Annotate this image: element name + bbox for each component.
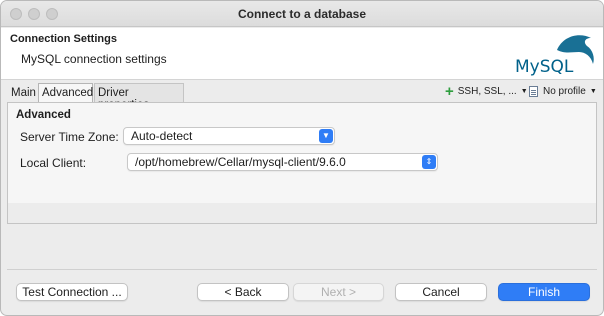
tab-driver-properties[interactable]: Driver properties <box>94 83 184 111</box>
header-title: Connection Settings <box>10 33 117 45</box>
timezone-label: Server Time Zone: <box>20 130 119 144</box>
ssh-ssl-label: SSH, SSL, ... <box>457 86 517 97</box>
panel-footer-area <box>8 203 596 223</box>
chevron-down-icon: ▼ <box>589 88 597 95</box>
divider <box>7 269 597 270</box>
local-client-label: Local Client: <box>20 156 87 170</box>
mysql-logo-icon: MySQL <box>515 35 594 77</box>
finish-button[interactable]: Finish <box>498 283 590 301</box>
back-button[interactable]: < Back <box>197 283 289 301</box>
test-connection-button[interactable]: Test Connection ... <box>16 283 128 301</box>
profile-label: No profile <box>543 86 586 97</box>
dialog-window: Connect to a database Connection Setting… <box>0 0 604 316</box>
tab-advanced[interactable]: Advanced <box>38 83 93 103</box>
timezone-select[interactable]: Auto-detect ▼ <box>123 127 335 145</box>
document-icon <box>529 86 538 97</box>
advanced-group-title: Advanced <box>16 109 71 121</box>
up-down-chevron-icon: ⇕ <box>422 155 436 169</box>
header-subtitle: MySQL connection settings <box>21 52 167 66</box>
timezone-value: Auto-detect <box>131 129 193 143</box>
ssh-ssl-dropdown[interactable]: + SSH, SSL, ... ▼ <box>445 82 528 100</box>
advanced-panel: Advanced Server Time Zone: Auto-detect ▼… <box>7 102 597 224</box>
cancel-button[interactable]: Cancel <box>395 283 487 301</box>
next-button[interactable]: Next > <box>293 283 384 301</box>
profile-dropdown[interactable]: No profile ▼ <box>529 86 597 97</box>
chevron-down-icon: ▼ <box>319 129 333 143</box>
logo-text: MySQL <box>515 57 574 77</box>
local-client-value: /opt/homebrew/Cellar/mysql-client/9.6.0 <box>135 155 346 169</box>
tab-main[interactable]: Main <box>7 83 37 103</box>
chevron-down-icon: ▼ <box>520 88 528 95</box>
local-client-select[interactable]: /opt/homebrew/Cellar/mysql-client/9.6.0 … <box>127 153 438 171</box>
title-bar: Connect to a database <box>1 1 603 27</box>
window-title: Connect to a database <box>237 7 367 21</box>
plus-icon: + <box>445 82 454 100</box>
settings-header: Connection Settings MySQL connection set… <box>1 28 603 80</box>
